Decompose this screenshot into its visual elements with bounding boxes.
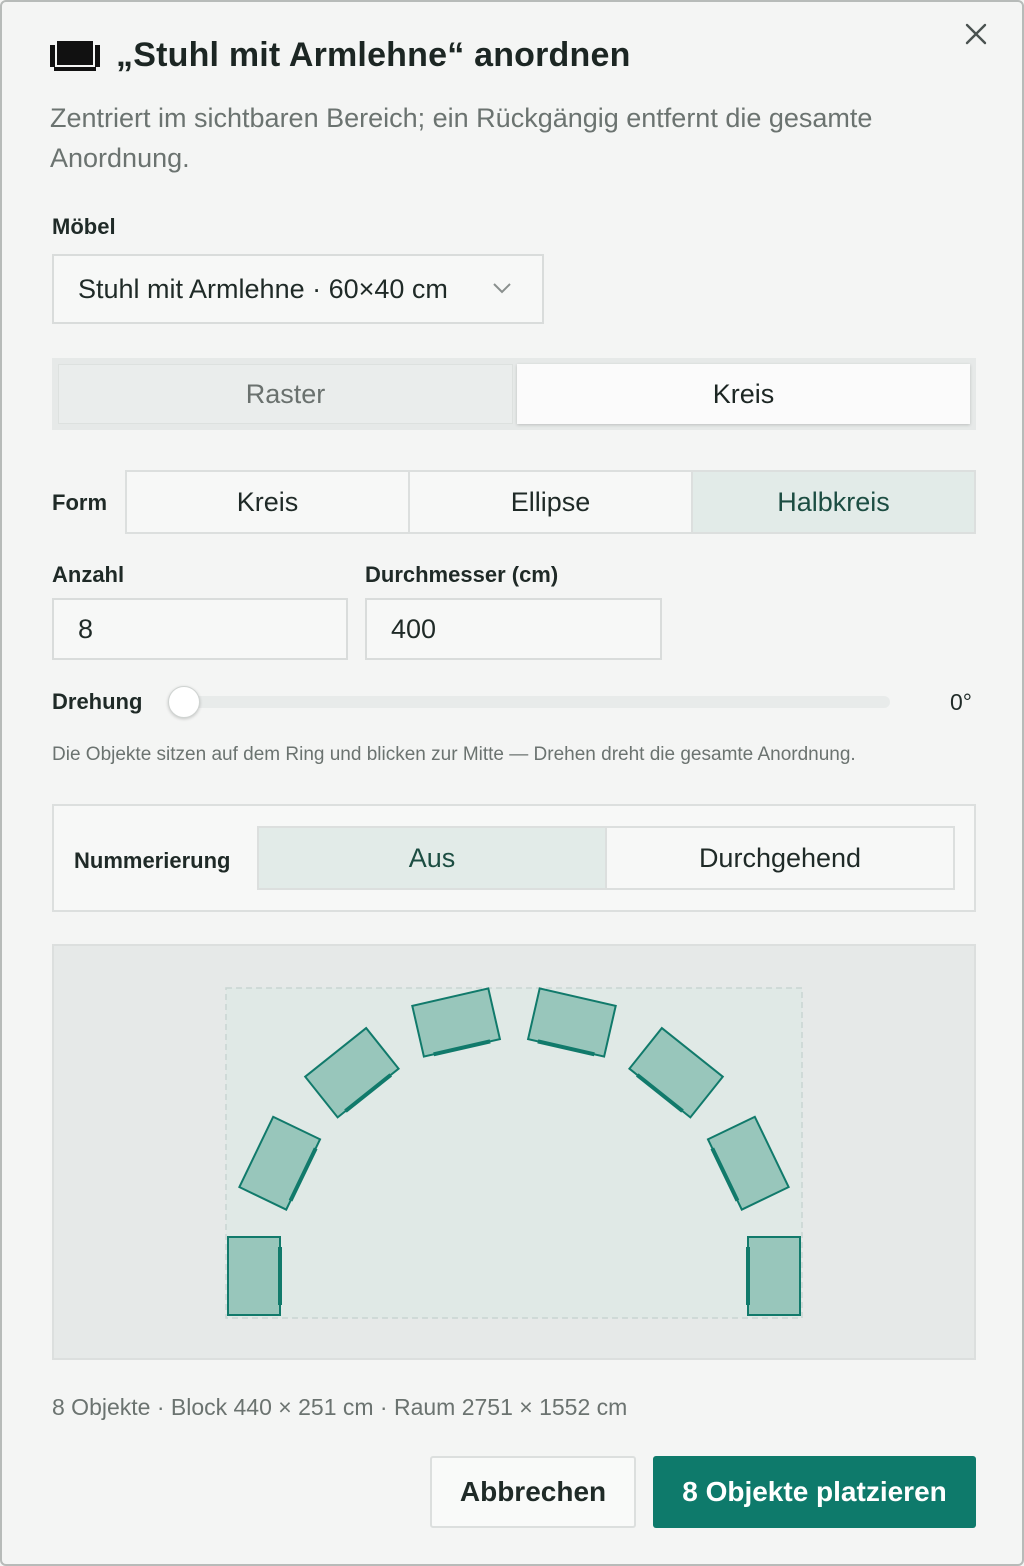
rotation-slider[interactable] <box>184 696 890 708</box>
furniture-select[interactable]: Stuhl mit Armlehne · 60×40 cm <box>52 254 544 324</box>
chair-shape <box>747 1236 801 1316</box>
shape-option-ellipse[interactable]: Ellipse <box>408 472 691 532</box>
furniture-select-value: Stuhl mit Armlehne · 60×40 cm <box>78 273 448 304</box>
arrangement-preview <box>52 944 976 1360</box>
mode-tabs: Raster Kreis <box>52 358 976 430</box>
diameter-label: Durchmesser (cm) <box>365 562 559 587</box>
dialog-header: „Stuhl mit Armlehne“ anordnen <box>50 36 631 75</box>
cancel-button[interactable]: Abbrechen <box>430 1456 636 1528</box>
dialog-title: „Stuhl mit Armlehne“ anordnen <box>116 36 631 74</box>
dialog-subtitle: Zentriert im sichtbaren Bereich; ein Rüc… <box>50 103 873 173</box>
rotation-label: Drehung <box>52 689 143 714</box>
chair-marker <box>227 1236 282 1316</box>
shape-label: Form <box>52 490 107 515</box>
numbering-option-durchgehend[interactable]: Durchgehend <box>605 828 953 888</box>
arrangement-hint: Die Objekte sitzen auf dem Ring und blic… <box>52 744 856 765</box>
shape-option-halbkreis[interactable]: Halbkreis <box>691 472 974 532</box>
furniture-label: Möbel <box>52 214 116 239</box>
count-label: Anzahl <box>52 562 125 587</box>
numbering-label: Nummerierung <box>74 848 231 873</box>
summary-text: 8 Objekte · Block 440 × 251 cm · Raum 27… <box>52 1394 628 1420</box>
chair-shape <box>227 1236 281 1316</box>
shape-option-kreis[interactable]: Kreis <box>127 472 408 532</box>
preview-canvas <box>225 987 803 1319</box>
sofa-icon <box>50 40 100 71</box>
tab-raster[interactable]: Raster <box>58 364 513 424</box>
chair-marker <box>746 1236 801 1316</box>
numbering-card: Nummerierung Aus Durchgehend <box>52 804 976 912</box>
place-objects-button[interactable]: 8 Objekte platzieren <box>653 1456 976 1528</box>
tab-kreis[interactable]: Kreis <box>517 364 970 424</box>
close-icon <box>965 23 987 45</box>
diameter-input[interactable]: 400 <box>365 598 662 660</box>
rotation-slider-thumb[interactable] <box>168 686 200 718</box>
chevron-down-icon <box>493 283 511 294</box>
close-button[interactable] <box>960 18 992 50</box>
shape-segmented-control: Kreis Ellipse Halbkreis <box>125 470 976 534</box>
count-input[interactable]: 8 <box>52 598 348 660</box>
numbering-option-aus[interactable]: Aus <box>259 828 605 888</box>
arrange-dialog: „Stuhl mit Armlehne“ anordnen Zentriert … <box>0 0 1024 1566</box>
rotation-value: 0° <box>950 689 972 715</box>
numbering-segmented-control: Aus Durchgehend <box>257 826 955 890</box>
